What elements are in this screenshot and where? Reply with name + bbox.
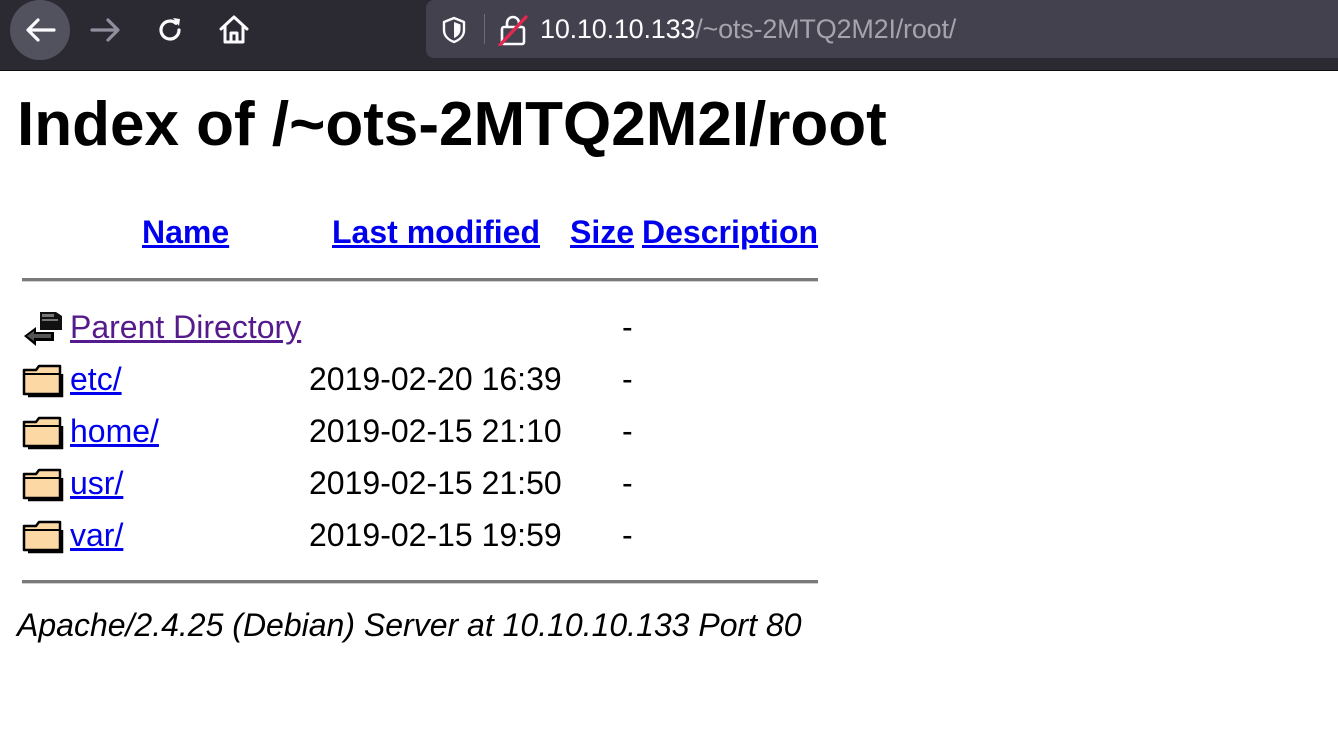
page-title: Index of /~ots-2MTQ2M2I/root <box>17 90 887 159</box>
entry-link[interactable]: etc/ <box>70 360 122 398</box>
listing-row: usr/ 2019-02-15 21:50 - <box>0 458 900 510</box>
insecure-lock-icon[interactable] <box>498 14 528 46</box>
divider-top <box>22 278 818 282</box>
modified-cell: 2019-02-15 21:10 <box>309 413 562 449</box>
entry-link[interactable]: home/ <box>70 412 159 450</box>
url-text[interactable]: 10.10.10.133/~ots-2MTQ2M2I/root/ <box>540 13 956 45</box>
back-button[interactable] <box>10 0 70 60</box>
size-cell: - <box>622 465 633 501</box>
size-cell: - <box>622 361 633 397</box>
modified-cell: 2019-02-15 21:50 <box>309 465 562 501</box>
folder-icon <box>22 416 64 450</box>
listing-row: home/ 2019-02-15 21:10 - <box>0 406 900 458</box>
column-header-size[interactable]: Size <box>570 213 634 251</box>
size-cell: - <box>622 309 633 345</box>
tracking-shield-icon[interactable] <box>440 16 468 44</box>
parent-directory-row: Parent Directory - <box>0 302 900 354</box>
column-header-last-modified[interactable]: Last modified <box>332 213 540 251</box>
size-cell: - <box>622 413 633 449</box>
server-signature: Apache/2.4.25 (Debian) Server at 10.10.1… <box>17 607 802 643</box>
url-path: /~ots-2MTQ2M2I/root/ <box>695 14 957 44</box>
reload-button[interactable] <box>140 0 200 60</box>
browser-toolbar: 10.10.10.133/~ots-2MTQ2M2I/root/ <box>0 0 1338 71</box>
divider-bottom <box>22 580 818 584</box>
address-bar[interactable]: 10.10.10.133/~ots-2MTQ2M2I/root/ <box>426 0 1338 58</box>
size-cell: - <box>622 517 633 553</box>
folder-icon <box>22 364 64 398</box>
forward-button[interactable] <box>76 0 136 60</box>
url-host: 10.10.10.133 <box>540 14 696 44</box>
forward-arrow-icon <box>90 18 120 42</box>
modified-cell: 2019-02-15 19:59 <box>309 517 562 553</box>
urlbar-separator <box>484 14 485 44</box>
folder-icon <box>22 520 64 554</box>
reload-icon <box>159 18 181 41</box>
listing-row: etc/ 2019-02-20 16:39 - <box>0 354 900 406</box>
home-button[interactable] <box>204 0 264 60</box>
modified-cell: 2019-02-20 16:39 <box>309 361 562 397</box>
folder-icon <box>22 468 64 502</box>
entry-link[interactable]: usr/ <box>70 464 123 502</box>
entry-link[interactable]: var/ <box>70 516 123 554</box>
parent-directory-link[interactable]: Parent Directory <box>70 308 301 346</box>
listing-row: var/ 2019-02-15 19:59 - <box>0 510 900 562</box>
column-header-description[interactable]: Description <box>642 213 818 251</box>
column-header-name[interactable]: Name <box>142 213 229 251</box>
home-icon <box>219 15 249 44</box>
back-arrow-folder-icon <box>24 312 62 346</box>
back-arrow-icon <box>26 18 56 42</box>
